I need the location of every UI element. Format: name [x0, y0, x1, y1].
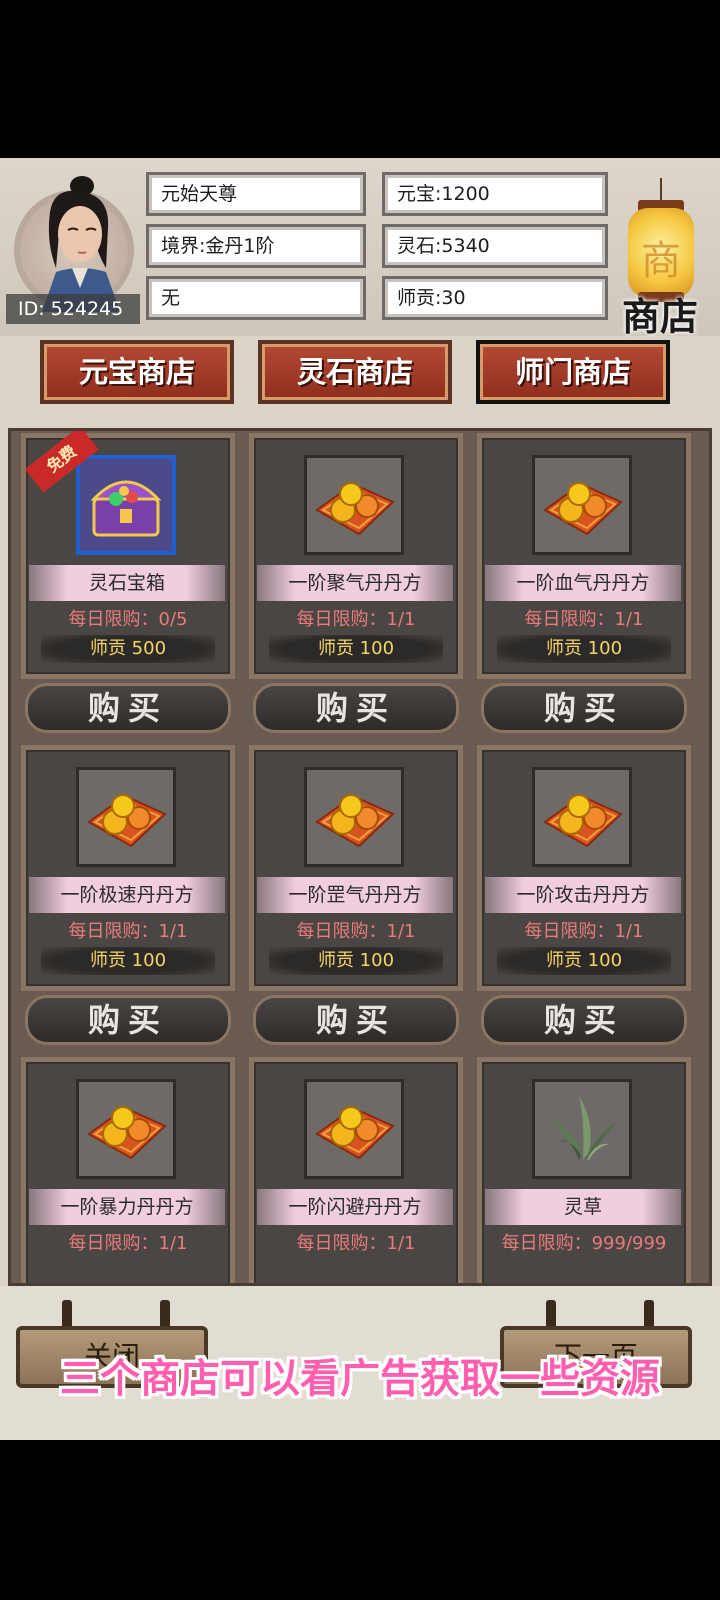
daily-limit: 每日限购：1/1: [296, 1233, 416, 1254]
bottom-bar: 关闭 下一页 三个商店可以看广告获取一些资源: [0, 1286, 720, 1440]
item-price: 师贡 100: [269, 947, 443, 975]
daily-limit: 每日限购：1/1: [296, 609, 416, 630]
item-price: 师贡 100: [497, 947, 671, 975]
shop-tabs: 元宝商店 灵石商店 师门商店: [0, 340, 720, 410]
item-price: 师贡 100: [269, 635, 443, 663]
shigong-field: 师贡:30: [382, 276, 608, 320]
item-slot[interactable]: [532, 455, 632, 555]
buy-button[interactable]: 购买: [253, 683, 459, 733]
pill-recipe-icon: [543, 482, 623, 536]
item-name: 一阶极速丹丹方: [29, 877, 225, 913]
shop-item-card: 一阶极速丹丹方 每日限购：1/1 师贡 100 购买: [21, 745, 235, 1045]
buy-button[interactable]: 购买: [25, 995, 231, 1045]
realm-field: 境界:金丹1阶: [146, 224, 366, 268]
shop-item-card: 一阶攻击丹丹方 每日限购：1/1 师贡 100 购买: [477, 745, 691, 1045]
item-slot[interactable]: [76, 455, 176, 555]
shop-item-card: 灵草 每日限购：999/999: [477, 1057, 691, 1283]
character-portrait-icon: [42, 176, 120, 312]
shop-item-card: 免费 灵石宝箱 每日限购：0/5 师贡 500 购买: [21, 431, 235, 733]
item-name: 一阶罡气丹丹方: [257, 877, 453, 913]
treasure-chest-icon: [90, 480, 162, 537]
pill-recipe-icon: [315, 482, 395, 536]
buy-button[interactable]: 购买: [481, 683, 687, 733]
yuanbao-field: 元宝:1200: [382, 172, 608, 216]
pill-recipe-icon: [87, 794, 167, 848]
lantern-glyph: 商: [641, 238, 681, 284]
daily-limit: 每日限购：1/1: [68, 921, 188, 942]
tab-lingshi-shop[interactable]: 灵石商店: [258, 340, 452, 404]
sect-field: 无: [146, 276, 366, 320]
player-id: ID: 524245: [6, 294, 140, 324]
pill-recipe-icon: [315, 1106, 395, 1160]
item-name: 一阶血气丹丹方: [485, 565, 681, 601]
shop-item-card: 一阶暴力丹丹方 每日限购：1/1: [21, 1057, 235, 1283]
pill-recipe-icon: [315, 794, 395, 848]
daily-limit: 每日限购：0/5: [68, 609, 188, 630]
tab-yuanbao-shop[interactable]: 元宝商店: [40, 340, 234, 404]
shop-lantern: 商 商店: [620, 178, 700, 339]
item-slot[interactable]: [76, 767, 176, 867]
item-price: 师贡 100: [497, 635, 671, 663]
buy-button[interactable]: 购买: [253, 995, 459, 1045]
item-name: 灵草: [485, 1189, 681, 1225]
item-name: 一阶攻击丹丹方: [485, 877, 681, 913]
item-slot[interactable]: [532, 767, 632, 867]
item-name: 一阶闪避丹丹方: [257, 1189, 453, 1225]
daily-limit: 每日限购：1/1: [296, 921, 416, 942]
spirit-herb-icon: [549, 1096, 617, 1160]
tab-sect-shop[interactable]: 师门商店: [476, 340, 670, 404]
lingshi-field: 灵石:5340: [382, 224, 608, 268]
pill-recipe-icon: [87, 1106, 167, 1160]
item-name: 一阶聚气丹丹方: [257, 565, 453, 601]
shop-item-card: 一阶闪避丹丹方 每日限购：1/1: [249, 1057, 463, 1283]
item-price: 师贡 500: [41, 635, 215, 663]
item-slot[interactable]: [532, 1079, 632, 1179]
item-name: 灵石宝箱: [29, 565, 225, 601]
lantern-string: [660, 178, 662, 202]
item-name: 一阶暴力丹丹方: [29, 1189, 225, 1225]
shop-item-card: 一阶聚气丹丹方 每日限购：1/1 师贡 100 购买: [249, 433, 463, 733]
daily-limit: 每日限购：999/999: [501, 1233, 667, 1254]
shop-item-card: 一阶血气丹丹方 每日限购：1/1 师贡 100 购买: [477, 433, 691, 733]
item-slot[interactable]: [304, 767, 404, 867]
shop-screen: ID: 524245 元始天尊 境界:金丹1阶 无 元宝:1200 灵石:534…: [0, 158, 720, 1440]
video-caption: 三个商店可以看广告获取一些资源: [60, 1356, 660, 1402]
player-name-field: 元始天尊: [146, 172, 366, 216]
pill-recipe-icon: [543, 794, 623, 848]
daily-limit: 每日限购：1/1: [524, 921, 644, 942]
shop-item-card: 一阶罡气丹丹方 每日限购：1/1 师贡 100 购买: [249, 745, 463, 1045]
player-header: ID: 524245 元始天尊 境界:金丹1阶 无 元宝:1200 灵石:534…: [0, 158, 720, 339]
item-slot[interactable]: [304, 455, 404, 555]
buy-button[interactable]: 购买: [481, 995, 687, 1045]
daily-limit: 每日限购：1/1: [68, 1233, 188, 1254]
shop-title: 商店: [621, 294, 698, 339]
item-slot[interactable]: [76, 1079, 176, 1179]
item-price: 师贡 100: [41, 947, 215, 975]
item-grid: 免费 灵石宝箱 每日限购：0/5 师贡 500 购买 一阶聚气丹丹方 每日限购：…: [8, 428, 712, 1286]
item-slot[interactable]: [304, 1079, 404, 1179]
buy-button[interactable]: 购买: [25, 683, 231, 733]
daily-limit: 每日限购：1/1: [524, 609, 644, 630]
